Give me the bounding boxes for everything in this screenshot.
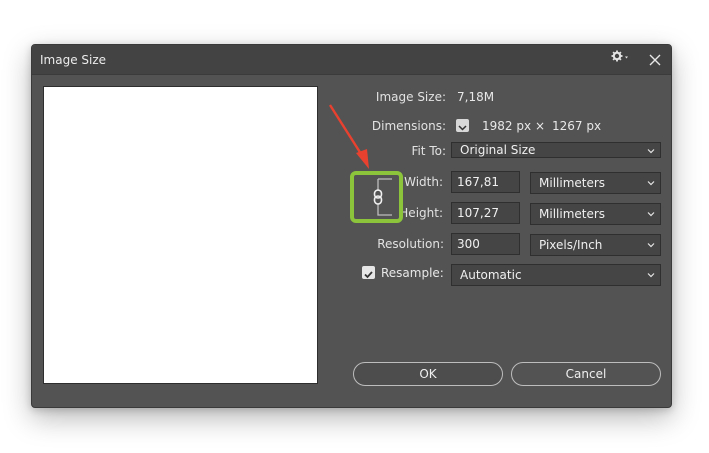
chevron-down-icon <box>647 243 655 248</box>
resample-select[interactable]: Automatic <box>451 264 661 286</box>
resolution-unit-value: Pixels/Inch <box>539 238 603 252</box>
ok-button[interactable]: OK <box>353 362 503 386</box>
resample-label: Resample: <box>381 266 444 280</box>
dimensions-height: 1267 px <box>552 119 602 133</box>
title-bar: Image Size <box>32 45 671 75</box>
image-preview <box>43 86 318 384</box>
cancel-button[interactable]: Cancel <box>511 362 661 386</box>
dimensions-width: 1982 px <box>482 119 532 133</box>
resolution-label: Resolution: <box>377 237 444 251</box>
image-size-value: 7,18M <box>457 90 495 104</box>
check-icon <box>364 271 373 279</box>
chevron-down-icon <box>647 212 655 217</box>
width-unit-value: Millimeters <box>539 176 606 190</box>
resample-checkbox[interactable] <box>362 266 375 279</box>
dialog-title: Image Size <box>40 53 107 67</box>
image-size-dialog: Image Size <box>31 44 672 408</box>
chevron-down-icon <box>647 149 655 154</box>
resolution-unit-select[interactable]: Pixels/Inch <box>530 234 661 256</box>
width-input[interactable]: 167,81 <box>451 171 520 193</box>
resolution-input[interactable]: 300 <box>451 233 520 255</box>
red-arrow-annotation <box>326 101 376 171</box>
height-input[interactable]: 107,27 <box>451 202 520 224</box>
resample-value: Automatic <box>460 268 522 282</box>
chevron-down-icon <box>458 125 467 131</box>
fit-to-select[interactable]: Original Size <box>451 142 661 158</box>
gear-icon[interactable] <box>611 47 629 62</box>
dimensions-dropdown[interactable] <box>456 119 469 132</box>
chevron-down-icon <box>647 181 655 186</box>
fit-to-value: Original Size <box>460 143 536 157</box>
dimensions-times: × <box>535 119 546 133</box>
height-unit-select[interactable]: Millimeters <box>530 203 661 225</box>
height-unit-value: Millimeters <box>539 207 606 221</box>
chevron-down-icon <box>647 273 655 278</box>
width-unit-select[interactable]: Millimeters <box>530 172 661 194</box>
link-highlight-box <box>350 171 403 223</box>
close-icon[interactable] <box>645 50 665 70</box>
